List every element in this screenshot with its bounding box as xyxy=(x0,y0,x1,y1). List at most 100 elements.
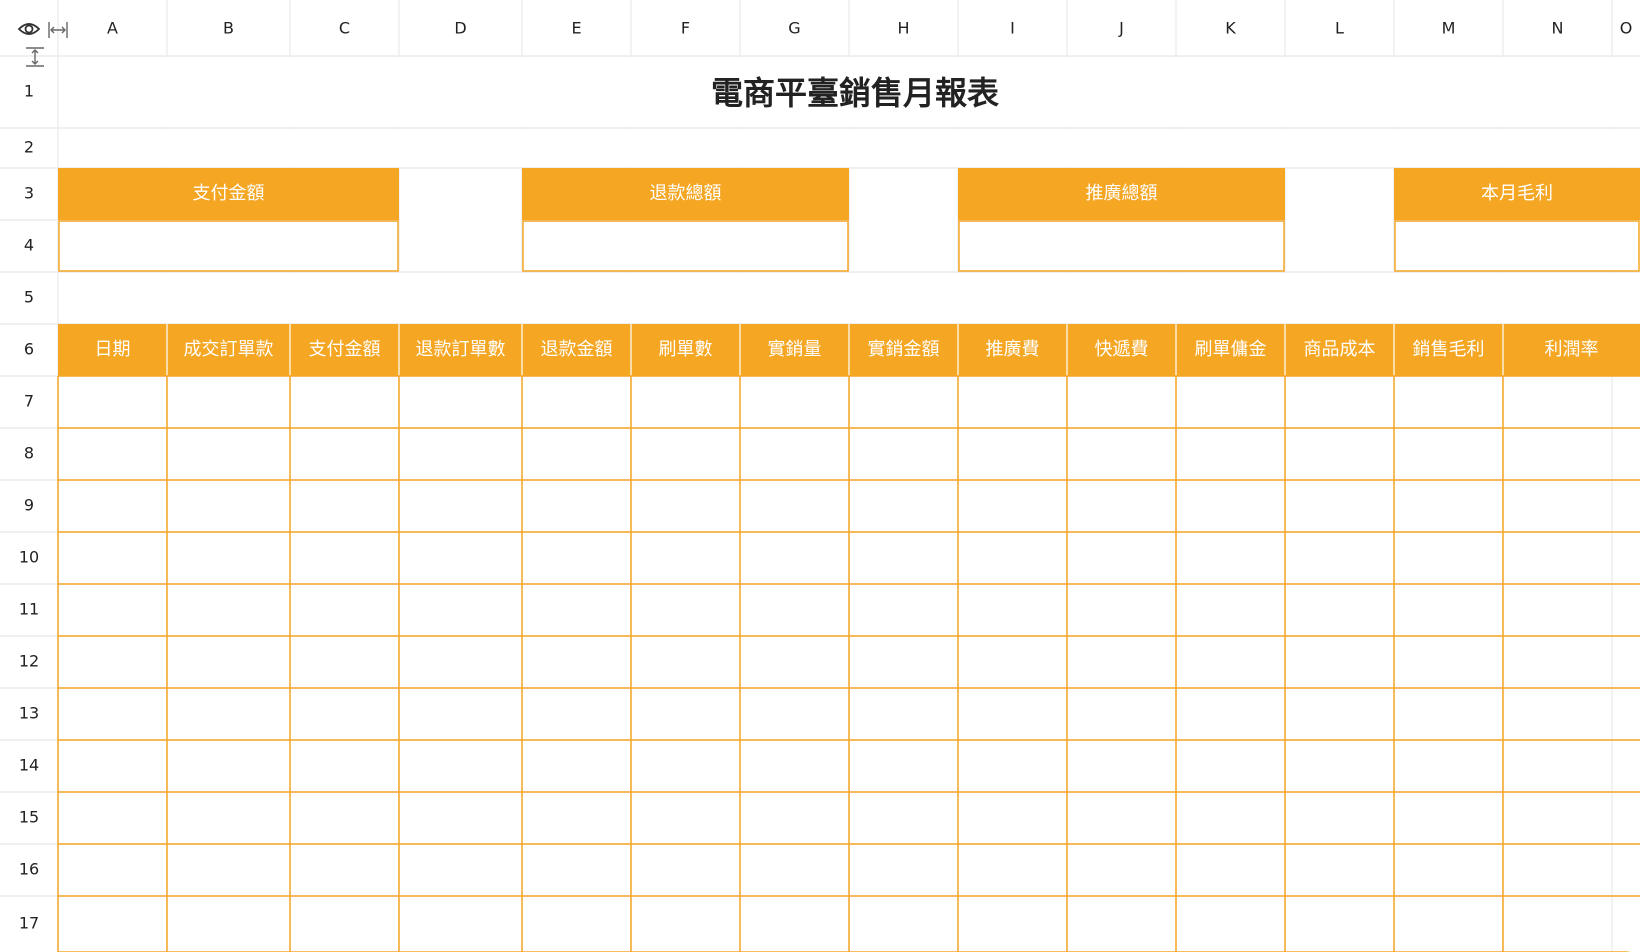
summary-spacer[interactable] xyxy=(400,169,521,271)
summary-spacer[interactable] xyxy=(850,169,957,271)
table-cell[interactable] xyxy=(1177,741,1284,791)
table-cell[interactable] xyxy=(632,637,739,687)
table-header-13[interactable]: 利潤率 xyxy=(1545,339,1599,360)
table-cell[interactable] xyxy=(59,533,166,583)
table-cell[interactable] xyxy=(741,689,848,739)
table-cell[interactable] xyxy=(168,637,289,687)
row-header-11[interactable]: 11 xyxy=(19,600,39,619)
table-cell[interactable] xyxy=(1177,429,1284,479)
table-cell[interactable] xyxy=(400,637,521,687)
table-cell[interactable] xyxy=(741,741,848,791)
table-cell[interactable] xyxy=(1395,377,1502,427)
column-header-b[interactable]: B xyxy=(223,19,234,38)
row-header-7[interactable]: 7 xyxy=(24,392,34,411)
table-cell[interactable] xyxy=(59,585,166,635)
table-cell[interactable] xyxy=(959,533,1066,583)
table-cell[interactable] xyxy=(741,793,848,843)
table-cell[interactable] xyxy=(523,481,630,531)
table-cell[interactable] xyxy=(1068,585,1175,635)
table-cell[interactable] xyxy=(850,741,957,791)
table-cell[interactable] xyxy=(632,845,739,895)
table-cell[interactable] xyxy=(1177,377,1284,427)
table-cell[interactable] xyxy=(741,897,848,951)
table-cell[interactable] xyxy=(1504,429,1639,479)
table-cell[interactable] xyxy=(168,793,289,843)
column-header-g[interactable]: G xyxy=(788,19,800,38)
table-cell[interactable] xyxy=(850,585,957,635)
table-cell[interactable] xyxy=(741,637,848,687)
table-cell[interactable] xyxy=(1068,741,1175,791)
table-header-0[interactable]: 日期 xyxy=(95,339,131,360)
table-cell[interactable] xyxy=(850,481,957,531)
table-cell[interactable] xyxy=(400,585,521,635)
table-cell[interactable] xyxy=(959,637,1066,687)
table-cell[interactable] xyxy=(1395,429,1502,479)
row-header-8[interactable]: 8 xyxy=(24,444,34,463)
row-header-16[interactable]: 16 xyxy=(19,860,39,879)
table-cell[interactable] xyxy=(850,793,957,843)
table-cell[interactable] xyxy=(1286,793,1393,843)
table-cell[interactable] xyxy=(291,481,398,531)
table-cell[interactable] xyxy=(1068,897,1175,951)
table-cell[interactable] xyxy=(400,845,521,895)
table-cell[interactable] xyxy=(1395,897,1502,951)
column-header-e[interactable]: E xyxy=(571,19,581,38)
table-cell[interactable] xyxy=(291,585,398,635)
table-cell[interactable] xyxy=(1068,377,1175,427)
table-cell[interactable] xyxy=(959,377,1066,427)
column-header-d[interactable]: D xyxy=(454,19,466,38)
table-cell[interactable] xyxy=(850,429,957,479)
table-header-5[interactable]: 刷單數 xyxy=(659,339,713,360)
column-header-k[interactable]: K xyxy=(1225,19,1236,38)
table-cell[interactable] xyxy=(59,637,166,687)
table-cell[interactable] xyxy=(741,429,848,479)
blank-row-5[interactable] xyxy=(59,273,1640,323)
row-header-15[interactable]: 15 xyxy=(19,808,39,827)
table-header-1[interactable]: 成交訂單款 xyxy=(184,339,274,360)
table-cell[interactable] xyxy=(1504,377,1639,427)
table-cell[interactable] xyxy=(741,533,848,583)
table-cell[interactable] xyxy=(1068,689,1175,739)
table-cell[interactable] xyxy=(1177,533,1284,583)
summary-value-cell[interactable] xyxy=(958,220,1285,272)
table-cell[interactable] xyxy=(850,637,957,687)
table-cell[interactable] xyxy=(1068,429,1175,479)
table-cell[interactable] xyxy=(291,429,398,479)
table-cell[interactable] xyxy=(959,429,1066,479)
table-cell[interactable] xyxy=(959,585,1066,635)
table-header-10[interactable]: 刷單傭金 xyxy=(1195,339,1267,360)
summary-spacer[interactable] xyxy=(1286,169,1393,271)
table-cell[interactable] xyxy=(632,429,739,479)
table-cell[interactable] xyxy=(632,897,739,951)
row-header-14[interactable]: 14 xyxy=(19,756,39,775)
table-header-3[interactable]: 退款訂單數 xyxy=(416,339,506,360)
table-cell[interactable] xyxy=(1286,429,1393,479)
table-cell[interactable] xyxy=(523,585,630,635)
table-cell[interactable] xyxy=(1504,793,1639,843)
table-cell[interactable] xyxy=(1395,533,1502,583)
summary-value-cell[interactable] xyxy=(522,220,849,272)
table-cell[interactable] xyxy=(741,377,848,427)
table-cell[interactable] xyxy=(741,585,848,635)
table-cell[interactable] xyxy=(1286,689,1393,739)
table-cell[interactable] xyxy=(959,689,1066,739)
table-cell[interactable] xyxy=(1286,897,1393,951)
table-cell[interactable] xyxy=(741,481,848,531)
table-cell[interactable] xyxy=(1286,637,1393,687)
table-cell[interactable] xyxy=(1395,741,1502,791)
table-cell[interactable] xyxy=(1286,741,1393,791)
table-cell[interactable] xyxy=(1068,637,1175,687)
table-cell[interactable] xyxy=(1395,637,1502,687)
table-cell[interactable] xyxy=(523,533,630,583)
row-header-17[interactable]: 17 xyxy=(19,914,39,933)
table-cell[interactable] xyxy=(1395,689,1502,739)
table-cell[interactable] xyxy=(632,793,739,843)
row-header-3[interactable]: 3 xyxy=(24,184,34,203)
table-header-8[interactable]: 推廣費 xyxy=(986,339,1040,360)
table-cell[interactable] xyxy=(959,897,1066,951)
row-header-1[interactable]: 1 xyxy=(24,82,34,101)
row-header-12[interactable]: 12 xyxy=(19,652,39,671)
table-header-12[interactable]: 銷售毛利 xyxy=(1413,339,1485,360)
table-cell[interactable] xyxy=(1395,845,1502,895)
table-cell[interactable] xyxy=(59,897,166,951)
